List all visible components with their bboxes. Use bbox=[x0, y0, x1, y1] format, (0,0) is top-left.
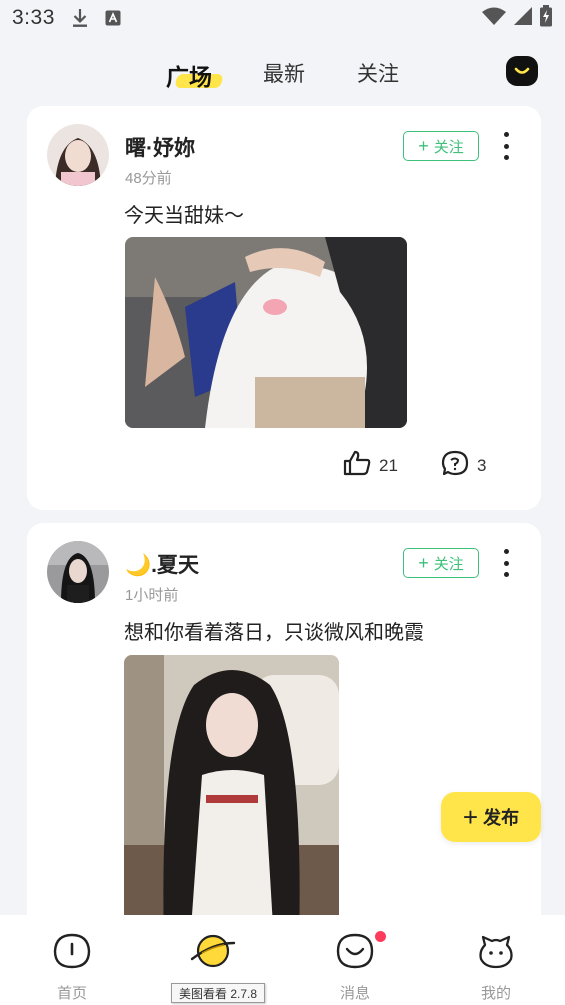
avatar[interactable] bbox=[47, 541, 109, 603]
plus-icon: + bbox=[418, 553, 429, 573]
more-options-icon[interactable] bbox=[497, 130, 515, 162]
signal-icon bbox=[513, 6, 533, 31]
home-icon bbox=[53, 933, 91, 974]
plus-icon: + bbox=[462, 802, 479, 832]
thumbs-up-icon bbox=[343, 450, 379, 481]
message-face-icon bbox=[336, 931, 386, 974]
publish-button[interactable]: + 发布 bbox=[441, 792, 541, 842]
post-text: 今天当甜妹～ bbox=[124, 205, 244, 227]
nav-item-messages[interactable]: 消息 bbox=[305, 931, 405, 1003]
battery-charging-icon bbox=[539, 4, 553, 32]
post-text: 想和你看着落日，只谈微风和晚霞 bbox=[124, 622, 424, 644]
comment-count: 3 bbox=[477, 455, 487, 475]
unread-badge bbox=[375, 931, 386, 942]
like-button[interactable]: 21 bbox=[343, 450, 398, 481]
tab-following[interactable]: 关注 bbox=[357, 58, 399, 88]
post-time: 1小时前 bbox=[125, 587, 179, 604]
post-image[interactable] bbox=[124, 655, 339, 943]
post-time: 48分前 bbox=[125, 170, 172, 187]
moon-emoji: 🌙 bbox=[125, 554, 152, 577]
tab-plaza[interactable]: 广场 bbox=[166, 58, 212, 92]
tooltip: 美图看看 2.7.8 bbox=[171, 983, 265, 1003]
post-image[interactable] bbox=[125, 237, 407, 428]
comment-button[interactable]: 3 bbox=[441, 450, 486, 481]
tab-latest[interactable]: 最新 bbox=[263, 58, 305, 88]
plus-icon: + bbox=[418, 136, 429, 156]
profile-face-icon bbox=[477, 933, 515, 974]
keyboard-app-icon bbox=[105, 10, 121, 26]
comment-icon bbox=[441, 450, 477, 481]
nav-item-profile[interactable]: 我的 bbox=[446, 933, 546, 1003]
status-bar: 3:33 bbox=[0, 0, 565, 36]
status-time: 3:33 bbox=[12, 6, 55, 29]
username[interactable]: 🌙.夏天 bbox=[125, 549, 199, 579]
bottom-nav: 首页 动态 消息 我的 bbox=[0, 915, 565, 1005]
planet-icon bbox=[190, 933, 236, 974]
post-card: 曙·妤妳 48分前 + 关注 今天当甜妹～ 21 3 bbox=[27, 106, 541, 510]
top-tab-bar: 广场 最新 关注 bbox=[0, 48, 565, 98]
avatar[interactable] bbox=[47, 124, 109, 186]
wifi-icon bbox=[481, 6, 507, 31]
nav-item-home[interactable]: 首页 bbox=[22, 933, 122, 1003]
follow-button[interactable]: + 关注 bbox=[403, 548, 479, 578]
post-card: 🌙.夏天 1小时前 + 关注 想和你看着落日，只谈微风和晚霞 bbox=[27, 523, 541, 943]
follow-button[interactable]: + 关注 bbox=[403, 131, 479, 161]
like-count: 21 bbox=[379, 455, 398, 475]
more-options-icon[interactable] bbox=[497, 547, 515, 579]
download-icon bbox=[71, 8, 89, 28]
mascot-icon[interactable] bbox=[506, 56, 538, 86]
username[interactable]: 曙·妤妳 bbox=[125, 132, 195, 162]
